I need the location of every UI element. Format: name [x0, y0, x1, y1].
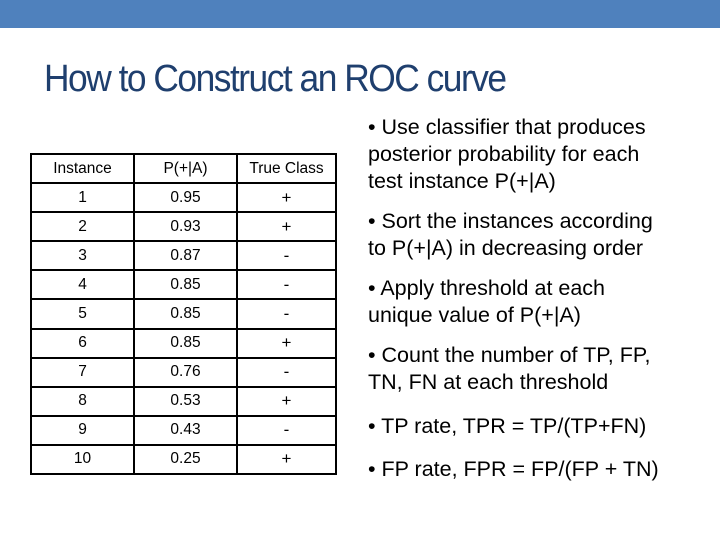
- table-header-row: Instance P(+|A) True Class: [30, 152, 337, 185]
- cell-probability: 0.85: [133, 327, 238, 359]
- header-accent-bar: [0, 0, 720, 28]
- instance-table: Instance P(+|A) True Class 1 0.95 +2 0.93 +3…: [30, 152, 337, 476]
- cell-probability: 0.53: [133, 385, 238, 417]
- cell-instance: 7: [30, 356, 135, 388]
- table-row: 6 0.85 +: [30, 327, 337, 359]
- table-row: 2 0.93 +: [30, 211, 337, 243]
- cell-instance: 6: [30, 327, 135, 359]
- column-header-probability: P(+|A): [133, 152, 238, 185]
- cell-instance: 10: [30, 443, 135, 476]
- cell-instance: 2: [30, 211, 135, 243]
- bullet-item: • FP rate, FPR = FP/(FP + TN): [368, 457, 659, 481]
- cell-instance: 4: [30, 269, 135, 301]
- cell-probability: 0.95: [133, 182, 238, 214]
- bullet-item: • TP rate, TPR = TP/(TP+FN): [368, 414, 647, 438]
- bullet-list: • Use classifier that produces posterior…: [368, 114, 720, 496]
- slide-title: How to Construct an ROC curve: [44, 58, 507, 100]
- column-header-instance: Instance: [30, 152, 135, 185]
- table-row: 9 0.43-: [30, 414, 337, 446]
- cell-true-class: -: [236, 269, 337, 301]
- cell-instance: 1: [30, 182, 135, 214]
- bullet-item: • Count the number of TP, FP, TN, FN at …: [368, 343, 651, 394]
- table-row: 3 0.87-: [30, 240, 337, 272]
- cell-true-class: +: [236, 327, 337, 359]
- cell-instance: 3: [30, 240, 135, 272]
- cell-true-class: -: [236, 240, 337, 272]
- table-row: 4 0.85-: [30, 269, 337, 301]
- cell-probability: 0.87: [133, 240, 238, 272]
- bullet-item: • Use classifier that produces posterior…: [368, 115, 646, 193]
- cell-instance: 9: [30, 414, 135, 446]
- table-row: 10 0.25 +: [30, 443, 337, 476]
- cell-instance: 5: [30, 298, 135, 330]
- cell-probability: 0.25: [133, 443, 238, 476]
- cell-true-class: +: [236, 443, 337, 476]
- cell-true-class: -: [236, 298, 337, 330]
- cell-true-class: +: [236, 211, 337, 243]
- cell-true-class: +: [236, 385, 337, 417]
- cell-true-class: -: [236, 414, 337, 446]
- cell-probability: 0.43: [133, 414, 238, 446]
- cell-probability: 0.93: [133, 211, 238, 243]
- bullet-item: • Sort the instances according to P(+|A)…: [368, 209, 653, 260]
- cell-probability: 0.76: [133, 356, 238, 388]
- table-row: 7 0.76-: [30, 356, 337, 388]
- cell-true-class: -: [236, 356, 337, 388]
- cell-probability: 0.85: [133, 269, 238, 301]
- table-row: 1 0.95 +: [30, 182, 337, 214]
- cell-instance: 8: [30, 385, 135, 417]
- bullet-item: • Apply threshold at each unique value o…: [368, 276, 606, 327]
- table-row: 8 0.53 +: [30, 385, 337, 417]
- cell-true-class: +: [236, 182, 337, 214]
- column-header-true-class: True Class: [236, 152, 337, 185]
- cell-probability: 0.85: [133, 298, 238, 330]
- table-row: 5 0.85-: [30, 298, 337, 330]
